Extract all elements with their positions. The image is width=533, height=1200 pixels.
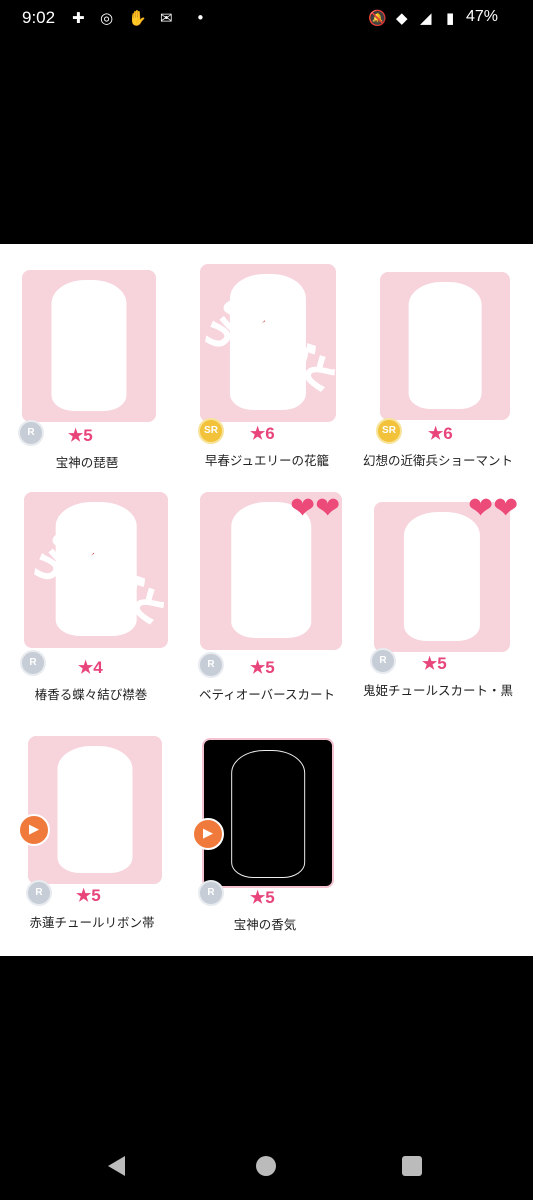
item-card[interactable]: R ★5 宝神の琵琶 xyxy=(0,244,180,474)
item-name: 宝神の香気 xyxy=(233,917,297,932)
rarity-badge: R xyxy=(26,880,52,906)
star-rating: ★5 xyxy=(76,886,101,905)
mute-icon: 🔕 xyxy=(368,9,387,27)
rarity-badge: R xyxy=(18,420,44,446)
item-name: 赤蓮チュールリボン帯 xyxy=(29,915,155,930)
item-card[interactable]: ▶ R ★5 赤蓮チュールリボン帯 xyxy=(0,714,180,944)
item-name: 鬼姫チュールスカート・黒 xyxy=(362,683,513,698)
star-rating: ★5 xyxy=(250,658,275,677)
item-name: 宝神の琵琶 xyxy=(55,455,119,470)
rarity-badge: SR xyxy=(376,418,402,444)
item-card[interactable]: SR ★6 幻想の近衛兵ショーマント xyxy=(356,244,533,474)
back-icon[interactable] xyxy=(108,1156,125,1176)
recents-icon[interactable] xyxy=(402,1156,422,1176)
play-icon[interactable]: ▶ xyxy=(18,814,50,846)
dot-icon: • xyxy=(196,9,205,27)
item-name: 幻想の近衛兵ショーマント xyxy=(362,453,513,468)
item-card[interactable]: ❤❤ R ★5 鬼姫チュールスカート・黒 xyxy=(356,480,533,710)
battery-icon: ▮ xyxy=(446,9,455,27)
mail-icon: ✉ xyxy=(160,9,173,27)
battery-percent: 47% xyxy=(466,8,499,25)
item-card[interactable]: ありがとう R ★4 椿香る蝶々結び襟巻 xyxy=(0,480,180,710)
star-rating: ★6 xyxy=(250,424,275,443)
rarity-badge: R xyxy=(370,648,396,674)
play-icon[interactable]: ▶ xyxy=(192,818,224,850)
instagram-icon: ◎ xyxy=(100,9,114,27)
rarity-badge: R xyxy=(198,880,224,906)
star-rating: ★5 xyxy=(250,888,275,907)
item-name: ベティオーバースカート xyxy=(198,687,335,702)
rarity-badge: R xyxy=(20,650,46,676)
wifi-icon: ◆ xyxy=(396,9,408,27)
item-thumbnail xyxy=(22,270,156,422)
star-rating: ★6 xyxy=(428,424,453,443)
star-rating: ★4 xyxy=(78,658,103,677)
item-thumbnail xyxy=(380,272,510,420)
hearts-icon: ❤❤ xyxy=(290,491,341,526)
item-card[interactable]: ▶ R ★5 宝神の香気 xyxy=(178,714,358,944)
status-time: 9:02 xyxy=(22,8,56,27)
hearts-icon: ❤❤ xyxy=(468,491,519,526)
item-card[interactable]: ❤❤ R ★5 ベティオーバースカート xyxy=(178,480,358,710)
item-thumbnail xyxy=(202,738,334,888)
item-grid-panel: R ★5 宝神の琵琶 ありがとう SR ★6 早春ジュエリーの花籠 SR ★6 … xyxy=(0,244,533,956)
hand-icon: ✋ xyxy=(128,9,147,27)
status-bar: 9:02 ✚ ◎ ✋ ✉ • 🔕 ◆ ◢ ▮ 47% xyxy=(0,0,533,36)
rarity-badge: SR xyxy=(198,418,224,444)
item-name: 早春ジュエリーの花籠 xyxy=(204,453,330,468)
signal-icon: ◢ xyxy=(420,9,432,27)
star-rating: ★5 xyxy=(68,426,93,445)
rarity-badge: R xyxy=(198,652,224,678)
puzzle-icon: ✚ xyxy=(72,9,85,27)
item-name: 椿香る蝶々結び襟巻 xyxy=(34,687,148,702)
item-thumbnail xyxy=(28,736,162,884)
home-icon[interactable] xyxy=(256,1156,276,1176)
item-card[interactable]: ありがとう SR ★6 早春ジュエリーの花籠 xyxy=(178,244,358,474)
star-rating: ★5 xyxy=(422,654,447,673)
